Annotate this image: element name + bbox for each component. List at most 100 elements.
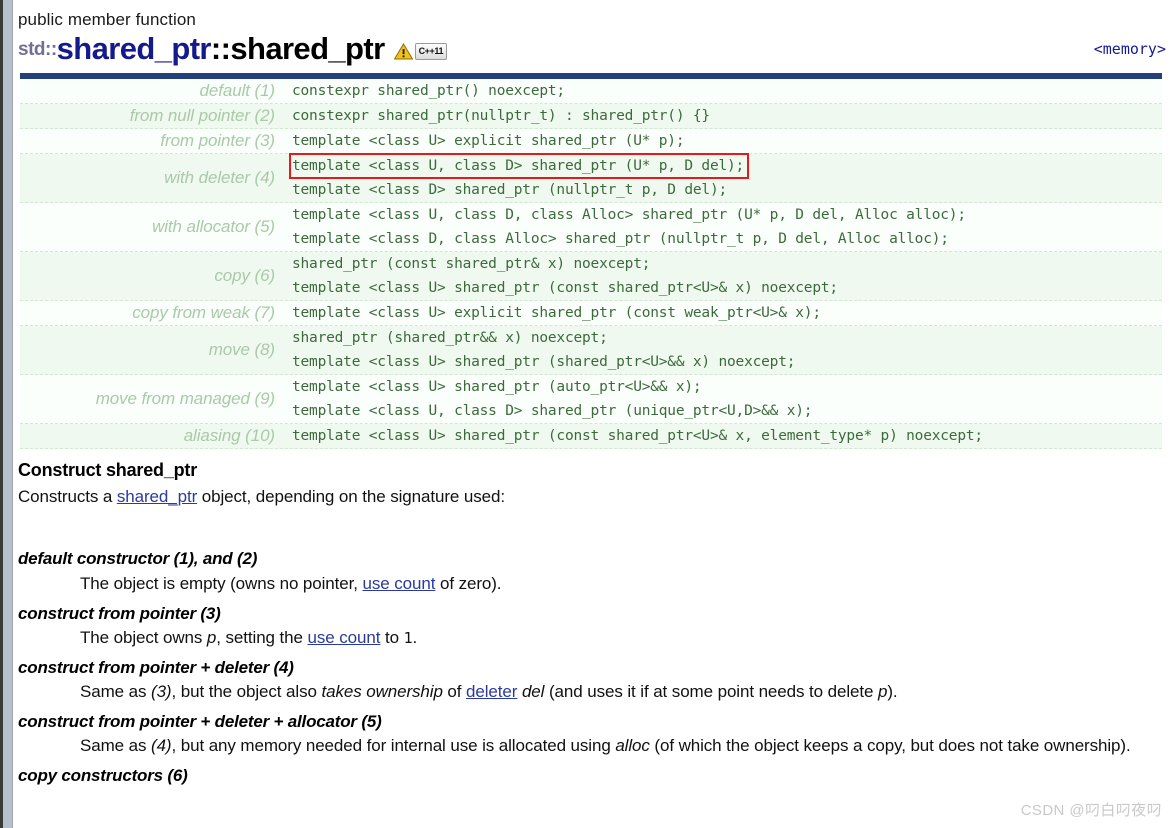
signature-code-line: shared_ptr (const shared_ptr& x) noexcep… bbox=[290, 252, 1162, 276]
signature-row: move (8) shared_ptr (shared_ptr&& x) noex… bbox=[20, 325, 1162, 375]
signature-code-group: template <class U, class D, class Alloc>… bbox=[288, 203, 1162, 251]
constructor-term: copy constructors (6) bbox=[18, 766, 188, 786]
constructor-description: Same as (4), but any memory needed for i… bbox=[80, 734, 1166, 759]
signature-code-group: constexpr shared_ptr() noexcept; bbox=[288, 79, 1162, 103]
inline-link[interactable]: use count bbox=[308, 628, 381, 647]
page-kicker: public member function bbox=[18, 10, 196, 29]
signature-code: template <class U> explicit shared_ptr (… bbox=[292, 304, 821, 321]
signature-label: aliasing (10) bbox=[183, 425, 275, 445]
signature-code-line: template <class U> shared_ptr (shared_pt… bbox=[290, 350, 1162, 374]
signature-code-group: template <class U> explicit shared_ptr (… bbox=[288, 301, 1162, 325]
signature-code-group: template <class U> explicit shared_ptr (… bbox=[288, 129, 1162, 153]
signature-code-line: template <class U, class D> shared_ptr (… bbox=[288, 152, 1162, 179]
signature-code: template <class U, class D> shared_ptr (… bbox=[292, 402, 813, 419]
signature-code: template <class D> shared_ptr (nullptr_t… bbox=[292, 181, 728, 198]
signature-code-group: template <class U> shared_ptr (auto_ptr<… bbox=[288, 375, 1162, 423]
left-scroll-gutter[interactable] bbox=[0, 0, 13, 828]
signature-table: default (1) constexpr shared_ptr() noexce… bbox=[20, 72, 1162, 449]
title-namespace: std:: bbox=[18, 38, 57, 60]
signature-row: move from managed (9) template <class U> … bbox=[20, 374, 1162, 424]
signature-code: template <class D, class Alloc> shared_p… bbox=[292, 230, 949, 247]
constructor-term: construct from pointer + deleter (4) bbox=[18, 657, 294, 677]
title-badges: C++11 bbox=[393, 42, 448, 64]
signature-label: move from managed (9) bbox=[95, 388, 275, 408]
constructor-description: Same as (3), but the object also takes o… bbox=[80, 680, 1166, 705]
signature-code: shared_ptr (const shared_ptr& x) noexcep… bbox=[292, 255, 651, 272]
page-header: public member function std:: shared_ptr … bbox=[14, 0, 1172, 64]
signature-row: from pointer (3) template <class U> expli… bbox=[20, 128, 1162, 154]
signature-code: template <class U> shared_ptr (shared_pt… bbox=[292, 353, 796, 370]
signature-row: copy (6) shared_ptr (const shared_ptr& x)… bbox=[20, 251, 1162, 301]
signature-code: template <class U> shared_ptr (auto_ptr<… bbox=[292, 378, 702, 395]
description-text: of bbox=[442, 682, 467, 702]
description-text: The object is empty (owns no pointer, bbox=[80, 573, 363, 593]
description-text: (of which the object keeps a copy, but d… bbox=[649, 736, 1131, 756]
signature-code: constexpr shared_ptr(nullptr_t) : shared… bbox=[292, 107, 710, 124]
constructor-description: The object owns p, setting the use count… bbox=[80, 626, 1166, 651]
inline-link[interactable]: use count bbox=[363, 574, 436, 593]
intro-paragraph: Constructs a shared_ptr object, dependin… bbox=[18, 486, 1166, 509]
description-body: Construct shared_ptr Constructs a shared… bbox=[18, 460, 1166, 789]
signature-code-line: template <class U> shared_ptr (const sha… bbox=[290, 276, 1162, 300]
signature-row: aliasing (10) template <class U> shared_p… bbox=[20, 423, 1162, 449]
include-header-label: <memory> bbox=[1093, 40, 1166, 58]
signature-label: copy (6) bbox=[214, 265, 275, 285]
description-text: of zero). bbox=[435, 573, 502, 593]
emphasis-text: p bbox=[877, 682, 888, 702]
constructor-description-list: default constructor (1), and (2) The obje… bbox=[18, 546, 1166, 788]
description-text: ). bbox=[887, 682, 898, 702]
section-title: Construct shared_ptr bbox=[18, 459, 198, 480]
signature-code-line: template <class D> shared_ptr (nullptr_t… bbox=[290, 178, 1162, 202]
signature-code-group: shared_ptr (const shared_ptr& x) noexcep… bbox=[288, 252, 1162, 300]
signature-code-line: template <class U> explicit shared_ptr (… bbox=[290, 129, 1162, 153]
signature-code-group: shared_ptr (shared_ptr&& x) noexcept; tem… bbox=[288, 326, 1162, 374]
description-text: Same as bbox=[80, 682, 152, 702]
emphasis-text: (4) bbox=[151, 736, 172, 756]
signature-code-group: template <class U> shared_ptr (const sha… bbox=[288, 424, 1162, 448]
signature-label: from pointer (3) bbox=[160, 130, 275, 150]
signature-code: template <class U, class D, class Alloc>… bbox=[292, 206, 966, 223]
signature-label: default (1) bbox=[199, 80, 276, 100]
signature-code-line: template <class U> explicit shared_ptr (… bbox=[290, 301, 1162, 325]
warning-triangle-icon bbox=[393, 42, 413, 60]
intro-text-after: object, depending on the signature used: bbox=[197, 486, 505, 506]
page-title: std:: shared_ptr :: shared_ptr C++11 bbox=[18, 33, 1172, 64]
signature-code: template <class U> explicit shared_ptr (… bbox=[292, 132, 685, 149]
emphasis-text: p bbox=[206, 628, 217, 648]
signature-code: template <class U> shared_ptr (const sha… bbox=[292, 279, 838, 296]
description-text: , setting the bbox=[216, 628, 308, 648]
signature-label: move (8) bbox=[208, 339, 275, 359]
signature-code: shared_ptr (shared_ptr&& x) noexcept; bbox=[292, 329, 608, 346]
description-text: , but any memory needed for internal use… bbox=[171, 736, 616, 756]
signature-label: from null pointer (2) bbox=[129, 105, 275, 125]
description-text: to bbox=[380, 628, 404, 648]
signature-code-line: template <class U, class D> shared_ptr (… bbox=[290, 399, 1162, 423]
signature-label: with allocator (5) bbox=[152, 216, 275, 236]
csdn-watermark: CSDN @叼白叼夜叼 bbox=[1020, 802, 1162, 819]
description-text: The object owns bbox=[80, 628, 207, 648]
inline-link[interactable]: deleter bbox=[466, 682, 517, 701]
signature-label: copy from weak (7) bbox=[132, 302, 275, 322]
intro-text-before: Constructs a bbox=[18, 486, 117, 506]
description-text: . bbox=[412, 628, 418, 648]
constructor-term: default constructor (1), and (2) bbox=[18, 549, 258, 569]
page-root: public member function std:: shared_ptr … bbox=[0, 0, 1172, 828]
constructor-term: construct from pointer (3) bbox=[18, 603, 221, 623]
title-separator: :: bbox=[210, 30, 231, 66]
emphasis-text: alloc bbox=[615, 736, 650, 756]
link-shared-ptr[interactable]: shared_ptr bbox=[117, 487, 197, 506]
signature-code-group: constexpr shared_ptr(nullptr_t) : shared… bbox=[288, 104, 1162, 128]
signature-label: with deleter (4) bbox=[164, 167, 275, 187]
signature-code-group: template <class U, class D> shared_ptr (… bbox=[288, 152, 1162, 202]
signature-code: template <class U> shared_ptr (const sha… bbox=[292, 427, 983, 444]
description-text: Same as bbox=[80, 736, 152, 756]
signature-code-line: template <class D, class Alloc> shared_p… bbox=[290, 227, 1162, 251]
constructor-term: construct from pointer + deleter + alloc… bbox=[18, 711, 382, 731]
signature-code-line: constexpr shared_ptr() noexcept; bbox=[290, 79, 1162, 103]
signature-code: constexpr shared_ptr() noexcept; bbox=[292, 82, 565, 99]
signature-row: copy from weak (7) template <class U> exp… bbox=[20, 300, 1162, 326]
signature-code-line: template <class U> shared_ptr (const sha… bbox=[290, 424, 1162, 448]
signature-code-highlighted: template <class U, class D> shared_ptr (… bbox=[288, 152, 750, 179]
signature-code-line: shared_ptr (shared_ptr&& x) noexcept; bbox=[290, 326, 1162, 350]
